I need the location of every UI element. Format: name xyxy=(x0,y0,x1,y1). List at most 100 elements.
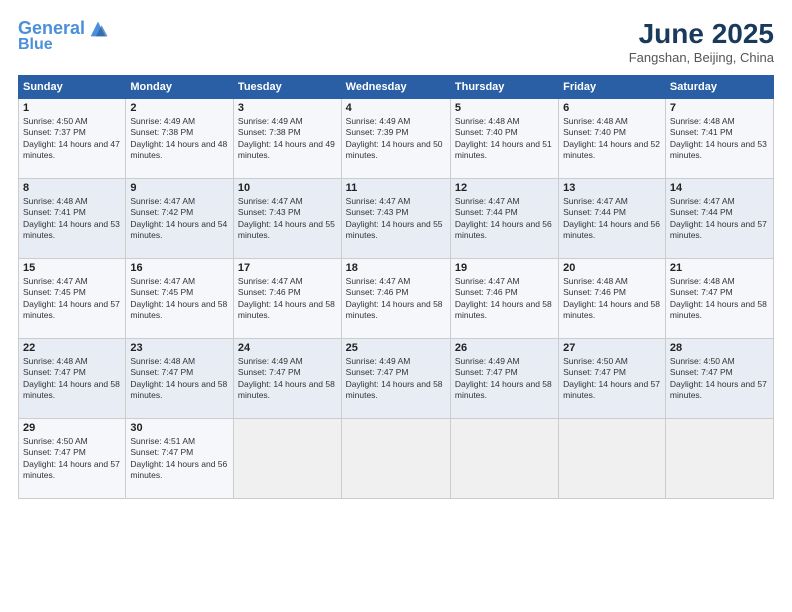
calendar-week-row: 1 Sunrise: 4:50 AMSunset: 7:37 PMDayligh… xyxy=(19,99,774,179)
day-number: 9 xyxy=(130,182,229,194)
header-thursday: Thursday xyxy=(450,76,558,99)
day-number: 13 xyxy=(563,182,661,194)
header: General Blue June 2025 Fangshan, Beijing… xyxy=(18,18,774,65)
table-row: 4 Sunrise: 4:49 AMSunset: 7:39 PMDayligh… xyxy=(341,99,450,179)
day-number: 22 xyxy=(23,342,121,354)
day-info: Sunrise: 4:47 AMSunset: 7:44 PMDaylight:… xyxy=(563,196,660,240)
header-saturday: Saturday xyxy=(665,76,773,99)
table-row: 8 Sunrise: 4:48 AMSunset: 7:41 PMDayligh… xyxy=(19,179,126,259)
header-tuesday: Tuesday xyxy=(233,76,341,99)
day-number: 26 xyxy=(455,342,554,354)
header-monday: Monday xyxy=(126,76,234,99)
table-row: 7 Sunrise: 4:48 AMSunset: 7:41 PMDayligh… xyxy=(665,99,773,179)
logo: General Blue xyxy=(18,18,115,54)
day-info: Sunrise: 4:49 AMSunset: 7:47 PMDaylight:… xyxy=(455,356,552,400)
day-info: Sunrise: 4:51 AMSunset: 7:47 PMDaylight:… xyxy=(130,436,227,480)
calendar-week-row: 29 Sunrise: 4:50 AMSunset: 7:47 PMDaylig… xyxy=(19,419,774,499)
day-number: 15 xyxy=(23,262,121,274)
day-info: Sunrise: 4:47 AMSunset: 7:46 PMDaylight:… xyxy=(455,276,552,320)
table-row xyxy=(233,419,341,499)
day-number: 5 xyxy=(455,102,554,114)
table-row: 22 Sunrise: 4:48 AMSunset: 7:47 PMDaylig… xyxy=(19,339,126,419)
table-row: 24 Sunrise: 4:49 AMSunset: 7:47 PMDaylig… xyxy=(233,339,341,419)
table-row xyxy=(341,419,450,499)
table-row xyxy=(665,419,773,499)
day-number: 2 xyxy=(130,102,229,114)
header-friday: Friday xyxy=(559,76,666,99)
table-row: 1 Sunrise: 4:50 AMSunset: 7:37 PMDayligh… xyxy=(19,99,126,179)
header-wednesday: Wednesday xyxy=(341,76,450,99)
logo-icon xyxy=(87,18,109,40)
table-row: 18 Sunrise: 4:47 AMSunset: 7:46 PMDaylig… xyxy=(341,259,450,339)
day-number: 27 xyxy=(563,342,661,354)
table-row: 26 Sunrise: 4:49 AMSunset: 7:47 PMDaylig… xyxy=(450,339,558,419)
title-block: June 2025 Fangshan, Beijing, China xyxy=(629,18,774,65)
table-row: 29 Sunrise: 4:50 AMSunset: 7:47 PMDaylig… xyxy=(19,419,126,499)
day-info: Sunrise: 4:48 AMSunset: 7:47 PMDaylight:… xyxy=(130,356,227,400)
day-number: 11 xyxy=(346,182,446,194)
day-number: 24 xyxy=(238,342,337,354)
day-info: Sunrise: 4:48 AMSunset: 7:40 PMDaylight:… xyxy=(455,116,552,160)
day-info: Sunrise: 4:49 AMSunset: 7:39 PMDaylight:… xyxy=(346,116,443,160)
table-row: 28 Sunrise: 4:50 AMSunset: 7:47 PMDaylig… xyxy=(665,339,773,419)
day-info: Sunrise: 4:49 AMSunset: 7:38 PMDaylight:… xyxy=(238,116,335,160)
day-number: 1 xyxy=(23,102,121,114)
page: General Blue June 2025 Fangshan, Beijing… xyxy=(0,0,792,612)
table-row: 30 Sunrise: 4:51 AMSunset: 7:47 PMDaylig… xyxy=(126,419,234,499)
day-number: 19 xyxy=(455,262,554,274)
day-number: 18 xyxy=(346,262,446,274)
day-number: 30 xyxy=(130,422,229,434)
day-info: Sunrise: 4:50 AMSunset: 7:37 PMDaylight:… xyxy=(23,116,120,160)
location-subtitle: Fangshan, Beijing, China xyxy=(629,50,774,65)
day-number: 14 xyxy=(670,182,769,194)
table-row xyxy=(559,419,666,499)
day-number: 28 xyxy=(670,342,769,354)
weekday-header-row: Sunday Monday Tuesday Wednesday Thursday… xyxy=(19,76,774,99)
day-info: Sunrise: 4:47 AMSunset: 7:43 PMDaylight:… xyxy=(238,196,335,240)
day-number: 29 xyxy=(23,422,121,434)
day-number: 25 xyxy=(346,342,446,354)
day-info: Sunrise: 4:48 AMSunset: 7:47 PMDaylight:… xyxy=(23,356,120,400)
calendar-table: Sunday Monday Tuesday Wednesday Thursday… xyxy=(18,75,774,499)
table-row: 14 Sunrise: 4:47 AMSunset: 7:44 PMDaylig… xyxy=(665,179,773,259)
table-row: 15 Sunrise: 4:47 AMSunset: 7:45 PMDaylig… xyxy=(19,259,126,339)
month-title: June 2025 xyxy=(629,18,774,50)
calendar-week-row: 15 Sunrise: 4:47 AMSunset: 7:45 PMDaylig… xyxy=(19,259,774,339)
day-info: Sunrise: 4:48 AMSunset: 7:47 PMDaylight:… xyxy=(670,276,767,320)
table-row: 5 Sunrise: 4:48 AMSunset: 7:40 PMDayligh… xyxy=(450,99,558,179)
calendar-week-row: 22 Sunrise: 4:48 AMSunset: 7:47 PMDaylig… xyxy=(19,339,774,419)
day-info: Sunrise: 4:50 AMSunset: 7:47 PMDaylight:… xyxy=(23,436,120,480)
table-row: 12 Sunrise: 4:47 AMSunset: 7:44 PMDaylig… xyxy=(450,179,558,259)
table-row: 11 Sunrise: 4:47 AMSunset: 7:43 PMDaylig… xyxy=(341,179,450,259)
day-number: 16 xyxy=(130,262,229,274)
day-info: Sunrise: 4:49 AMSunset: 7:47 PMDaylight:… xyxy=(346,356,443,400)
day-number: 4 xyxy=(346,102,446,114)
day-number: 23 xyxy=(130,342,229,354)
day-number: 7 xyxy=(670,102,769,114)
day-info: Sunrise: 4:49 AMSunset: 7:38 PMDaylight:… xyxy=(130,116,227,160)
day-info: Sunrise: 4:47 AMSunset: 7:46 PMDaylight:… xyxy=(238,276,335,320)
day-number: 6 xyxy=(563,102,661,114)
day-info: Sunrise: 4:47 AMSunset: 7:45 PMDaylight:… xyxy=(23,276,120,320)
table-row: 20 Sunrise: 4:48 AMSunset: 7:46 PMDaylig… xyxy=(559,259,666,339)
day-info: Sunrise: 4:47 AMSunset: 7:44 PMDaylight:… xyxy=(670,196,767,240)
table-row xyxy=(450,419,558,499)
day-info: Sunrise: 4:47 AMSunset: 7:46 PMDaylight:… xyxy=(346,276,443,320)
day-info: Sunrise: 4:47 AMSunset: 7:42 PMDaylight:… xyxy=(130,196,227,240)
table-row: 19 Sunrise: 4:47 AMSunset: 7:46 PMDaylig… xyxy=(450,259,558,339)
day-info: Sunrise: 4:48 AMSunset: 7:41 PMDaylight:… xyxy=(23,196,120,240)
day-info: Sunrise: 4:50 AMSunset: 7:47 PMDaylight:… xyxy=(670,356,767,400)
day-number: 10 xyxy=(238,182,337,194)
day-number: 3 xyxy=(238,102,337,114)
table-row: 27 Sunrise: 4:50 AMSunset: 7:47 PMDaylig… xyxy=(559,339,666,419)
day-info: Sunrise: 4:47 AMSunset: 7:43 PMDaylight:… xyxy=(346,196,443,240)
table-row: 9 Sunrise: 4:47 AMSunset: 7:42 PMDayligh… xyxy=(126,179,234,259)
table-row: 23 Sunrise: 4:48 AMSunset: 7:47 PMDaylig… xyxy=(126,339,234,419)
day-info: Sunrise: 4:47 AMSunset: 7:44 PMDaylight:… xyxy=(455,196,552,240)
day-number: 21 xyxy=(670,262,769,274)
day-number: 17 xyxy=(238,262,337,274)
table-row: 10 Sunrise: 4:47 AMSunset: 7:43 PMDaylig… xyxy=(233,179,341,259)
day-number: 20 xyxy=(563,262,661,274)
day-info: Sunrise: 4:48 AMSunset: 7:41 PMDaylight:… xyxy=(670,116,767,160)
day-info: Sunrise: 4:49 AMSunset: 7:47 PMDaylight:… xyxy=(238,356,335,400)
